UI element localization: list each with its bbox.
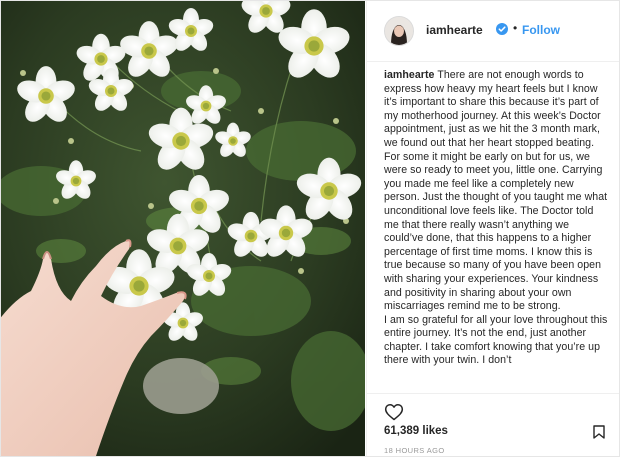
follow-button[interactable]: Follow [522,23,560,37]
post-timestamp: 18 HOURS AGO [384,446,445,455]
flowers-hand-photo [1,1,365,456]
post-actions: 61,389 likes 18 HOURS AGO [367,393,619,456]
bookmark-outline-icon[interactable] [593,425,605,439]
username[interactable]: iamhearte [426,23,483,37]
caption-paragraph-1: iamhearte There are not enough words to … [384,69,609,151]
post-caption: iamhearte There are not enough words to … [384,69,609,395]
post-photo[interactable] [1,1,365,456]
post-sidebar: iamhearte • Follow iamhearte There are n… [366,1,619,456]
instagram-post: iamhearte • Follow iamhearte There are n… [0,0,620,457]
caption-username[interactable]: iamhearte [384,69,435,81]
avatar-portrait-icon [385,17,413,45]
heart-outline-icon[interactable] [384,402,404,422]
post-header: iamhearte • Follow [367,1,619,62]
caption-paragraph-3: I am so grateful for all your love throu… [384,313,608,367]
verified-badge-icon [496,23,508,35]
likes-count[interactable]: 61,389 likes [384,425,448,437]
avatar[interactable] [384,16,414,46]
separator-dot: • [513,21,518,35]
caption-paragraph-2: For some it might be early on but for us… [384,150,608,313]
